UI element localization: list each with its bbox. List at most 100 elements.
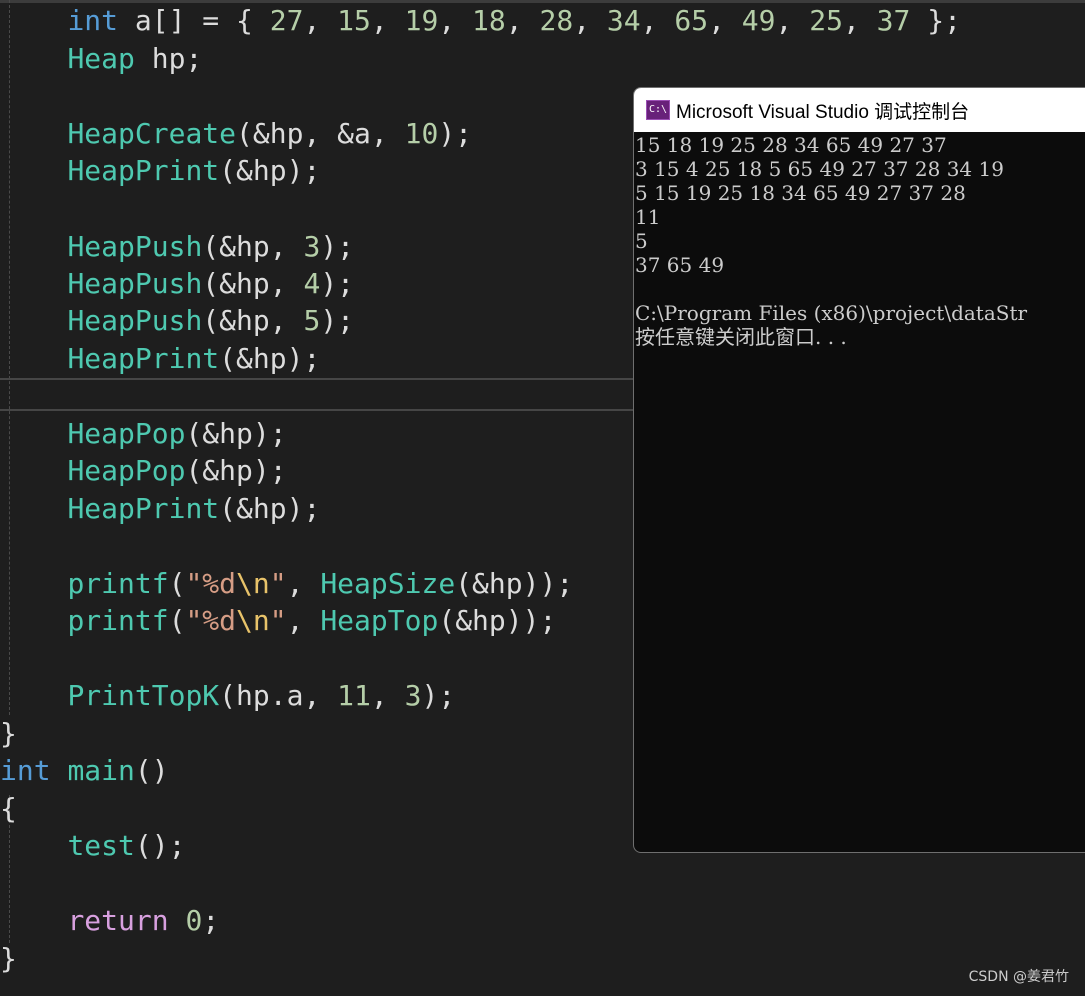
code-token: (&hp, bbox=[202, 230, 304, 263]
code-token: HeapTop bbox=[320, 604, 439, 637]
code-token: \n bbox=[236, 604, 270, 637]
code-token: 19 bbox=[404, 4, 439, 37]
code-token: HeapSize bbox=[320, 567, 456, 600]
code-token: " bbox=[269, 567, 287, 600]
code-token: 18 bbox=[472, 4, 506, 37]
code-token: }; bbox=[910, 4, 961, 37]
visual-studio-console-icon: C:\ bbox=[646, 100, 670, 120]
code-token: (&hp, bbox=[202, 267, 304, 300]
code-line: HeapPrint(&hp); bbox=[0, 340, 320, 377]
code-token: , bbox=[370, 679, 405, 712]
code-token: HeapPush bbox=[67, 230, 203, 263]
code-token: , bbox=[303, 4, 338, 37]
code-token: 11 bbox=[337, 679, 371, 712]
code-token: ( bbox=[168, 567, 186, 600]
code-token: return bbox=[67, 904, 169, 937]
code-line: printf("%d\n", HeapSize(&hp)); bbox=[0, 565, 573, 602]
console-line: 15 18 19 25 28 34 65 49 27 37 bbox=[635, 133, 947, 157]
code-token: 65 bbox=[674, 4, 709, 37]
console-line: 37 65 49 bbox=[635, 253, 725, 277]
code-token: ; bbox=[202, 904, 220, 937]
code-token: , bbox=[286, 567, 321, 600]
code-line: HeapPop(&hp); bbox=[0, 452, 287, 489]
code-line: HeapPrint(&hp); bbox=[0, 490, 320, 527]
console-line: 5 15 19 25 18 34 65 49 27 37 28 bbox=[635, 181, 966, 205]
console-line: 11 bbox=[635, 205, 661, 229]
code-token: , bbox=[286, 604, 321, 637]
code-token: 27 bbox=[269, 4, 304, 37]
code-token: (&hp, bbox=[202, 304, 304, 337]
code-token: (); bbox=[134, 829, 186, 862]
code-token: test bbox=[67, 829, 135, 862]
code-token: printf bbox=[67, 604, 169, 637]
code-line: } bbox=[0, 940, 17, 977]
code-token: (hp.a, bbox=[219, 679, 338, 712]
code-token: HeapCreate bbox=[67, 117, 237, 150]
code-token: ); bbox=[421, 679, 456, 712]
code-token: 3 bbox=[404, 679, 422, 712]
code-token: printf bbox=[67, 567, 169, 600]
code-token: (&hp); bbox=[185, 417, 287, 450]
code-token: Heap bbox=[67, 42, 135, 75]
console-line: C:\Program Files (x86)\project\dataStr bbox=[635, 301, 1028, 325]
code-line: return 0; bbox=[0, 902, 219, 939]
code-token: (&hp)); bbox=[438, 604, 557, 637]
code-line: HeapPush(&hp, 3); bbox=[0, 228, 354, 265]
code-token: ); bbox=[320, 230, 355, 263]
code-token: 28 bbox=[539, 4, 574, 37]
code-token: HeapPop bbox=[67, 454, 186, 487]
code-token: 25 bbox=[809, 4, 843, 37]
code-token: , bbox=[775, 4, 810, 37]
code-line: printf("%d\n", HeapTop(&hp)); bbox=[0, 602, 556, 639]
code-token: "%d bbox=[185, 604, 237, 637]
code-token: 10 bbox=[404, 117, 439, 150]
code-token: 37 bbox=[876, 4, 911, 37]
code-token: \n bbox=[236, 567, 270, 600]
code-line: HeapPop(&hp); bbox=[0, 415, 287, 452]
code-token: , bbox=[640, 4, 675, 37]
code-token: HeapPush bbox=[67, 304, 203, 337]
code-token: (&hp); bbox=[185, 454, 287, 487]
code-token: " bbox=[269, 604, 287, 637]
code-token: HeapPop bbox=[67, 417, 186, 450]
code-line: int a[] = { 27, 15, 19, 18, 28, 34, 65, … bbox=[0, 2, 961, 39]
watermark: CSDN @姜君竹 bbox=[968, 969, 1069, 985]
code-line: HeapPrint(&hp); bbox=[0, 152, 320, 189]
console-line: 按任意键关闭此窗口. . . bbox=[635, 325, 847, 349]
code-line: { bbox=[0, 790, 17, 827]
console-line: 3 15 4 25 18 5 65 49 27 37 28 34 19 bbox=[635, 157, 1004, 181]
code-token: , bbox=[505, 4, 540, 37]
code-token: 5 bbox=[303, 304, 321, 337]
code-token: 3 bbox=[303, 230, 321, 263]
code-token: hp; bbox=[134, 42, 203, 75]
code-token: 49 bbox=[741, 4, 776, 37]
code-token: (&hp, &a, bbox=[236, 117, 405, 150]
code-line: Heap hp; bbox=[0, 40, 202, 77]
code-line: } bbox=[0, 715, 17, 752]
code-token: ); bbox=[320, 267, 355, 300]
code-token: ); bbox=[438, 117, 473, 150]
code-token: 34 bbox=[606, 4, 641, 37]
debug-console-window[interactable]: C:\ Microsoft Visual Studio 调试控制台 15 18 … bbox=[633, 87, 1085, 853]
code-token: } bbox=[0, 717, 17, 750]
code-token: PrintTopK bbox=[67, 679, 220, 712]
console-titlebar[interactable]: C:\ Microsoft Visual Studio 调试控制台 bbox=[634, 88, 1085, 132]
code-token: ( bbox=[168, 604, 186, 637]
code-token: int bbox=[67, 4, 119, 37]
code-token: } bbox=[0, 942, 17, 975]
